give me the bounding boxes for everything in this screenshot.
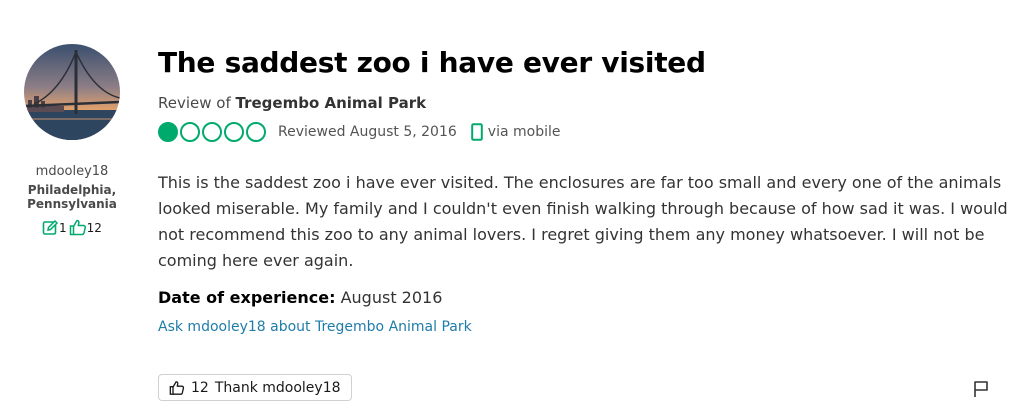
thumbs-up-icon <box>69 219 86 236</box>
author-location: Philadelphia, Pennsylvania <box>27 183 117 211</box>
reviewed-date: Reviewed August 5, 2016 <box>278 124 457 140</box>
author-username[interactable]: mdooley18 <box>36 164 109 179</box>
author-stats: 1 12 <box>42 219 102 236</box>
flag-icon[interactable] <box>972 380 990 398</box>
contribution-icon <box>42 219 59 235</box>
review-card: mdooley18 Philadelphia, Pennsylvania 1 1… <box>0 0 1024 416</box>
rating-bubble-empty <box>224 122 244 142</box>
rating-bubble-filled <box>158 122 178 142</box>
review-title[interactable]: The saddest zoo i have ever visited <box>158 46 1010 80</box>
rating-bubble-empty <box>246 122 266 142</box>
review-body: This is the saddest zoo i have ever visi… <box>158 173 1008 270</box>
rating-bubble-empty <box>202 122 222 142</box>
helpful-votes-count: 12 <box>86 220 102 235</box>
contributions-stat: 1 <box>42 219 67 236</box>
rating-bubble-empty <box>180 122 200 142</box>
thank-count: 12 <box>191 379 209 396</box>
date-of-experience: Date of experience: August 2016 <box>158 288 1010 307</box>
author-panel: mdooley18 Philadelphia, Pennsylvania 1 1… <box>20 44 124 236</box>
review-content: The saddest zoo i have ever visited Revi… <box>158 46 1010 401</box>
experience-date: August 2016 <box>340 288 443 307</box>
subject-prefix: Review of <box>158 94 231 112</box>
review-meta: Reviewed August 5, 2016 via mobile <box>158 122 1010 142</box>
device-label: via mobile <box>487 124 561 140</box>
contributions-count: 1 <box>59 220 67 235</box>
thank-label: Thank mdooley18 <box>214 379 341 396</box>
helpful-votes-stat: 12 <box>69 219 102 236</box>
mobile-phone-icon <box>470 123 483 141</box>
ask-author-link[interactable]: Ask mdooley18 about Tregembo Animal Park <box>158 319 1010 335</box>
review-subject: Review of Tregembo Animal Park <box>158 94 1010 112</box>
subject-name-link[interactable]: Tregembo Animal Park <box>236 94 427 112</box>
thumbs-up-icon <box>169 380 185 395</box>
thank-button[interactable]: 12 Thank mdooley18 <box>158 374 352 401</box>
experience-label: Date of experience: <box>158 288 336 307</box>
mobile-badge: via mobile <box>470 123 561 141</box>
bubble-rating <box>158 122 266 142</box>
avatar[interactable] <box>24 44 120 140</box>
